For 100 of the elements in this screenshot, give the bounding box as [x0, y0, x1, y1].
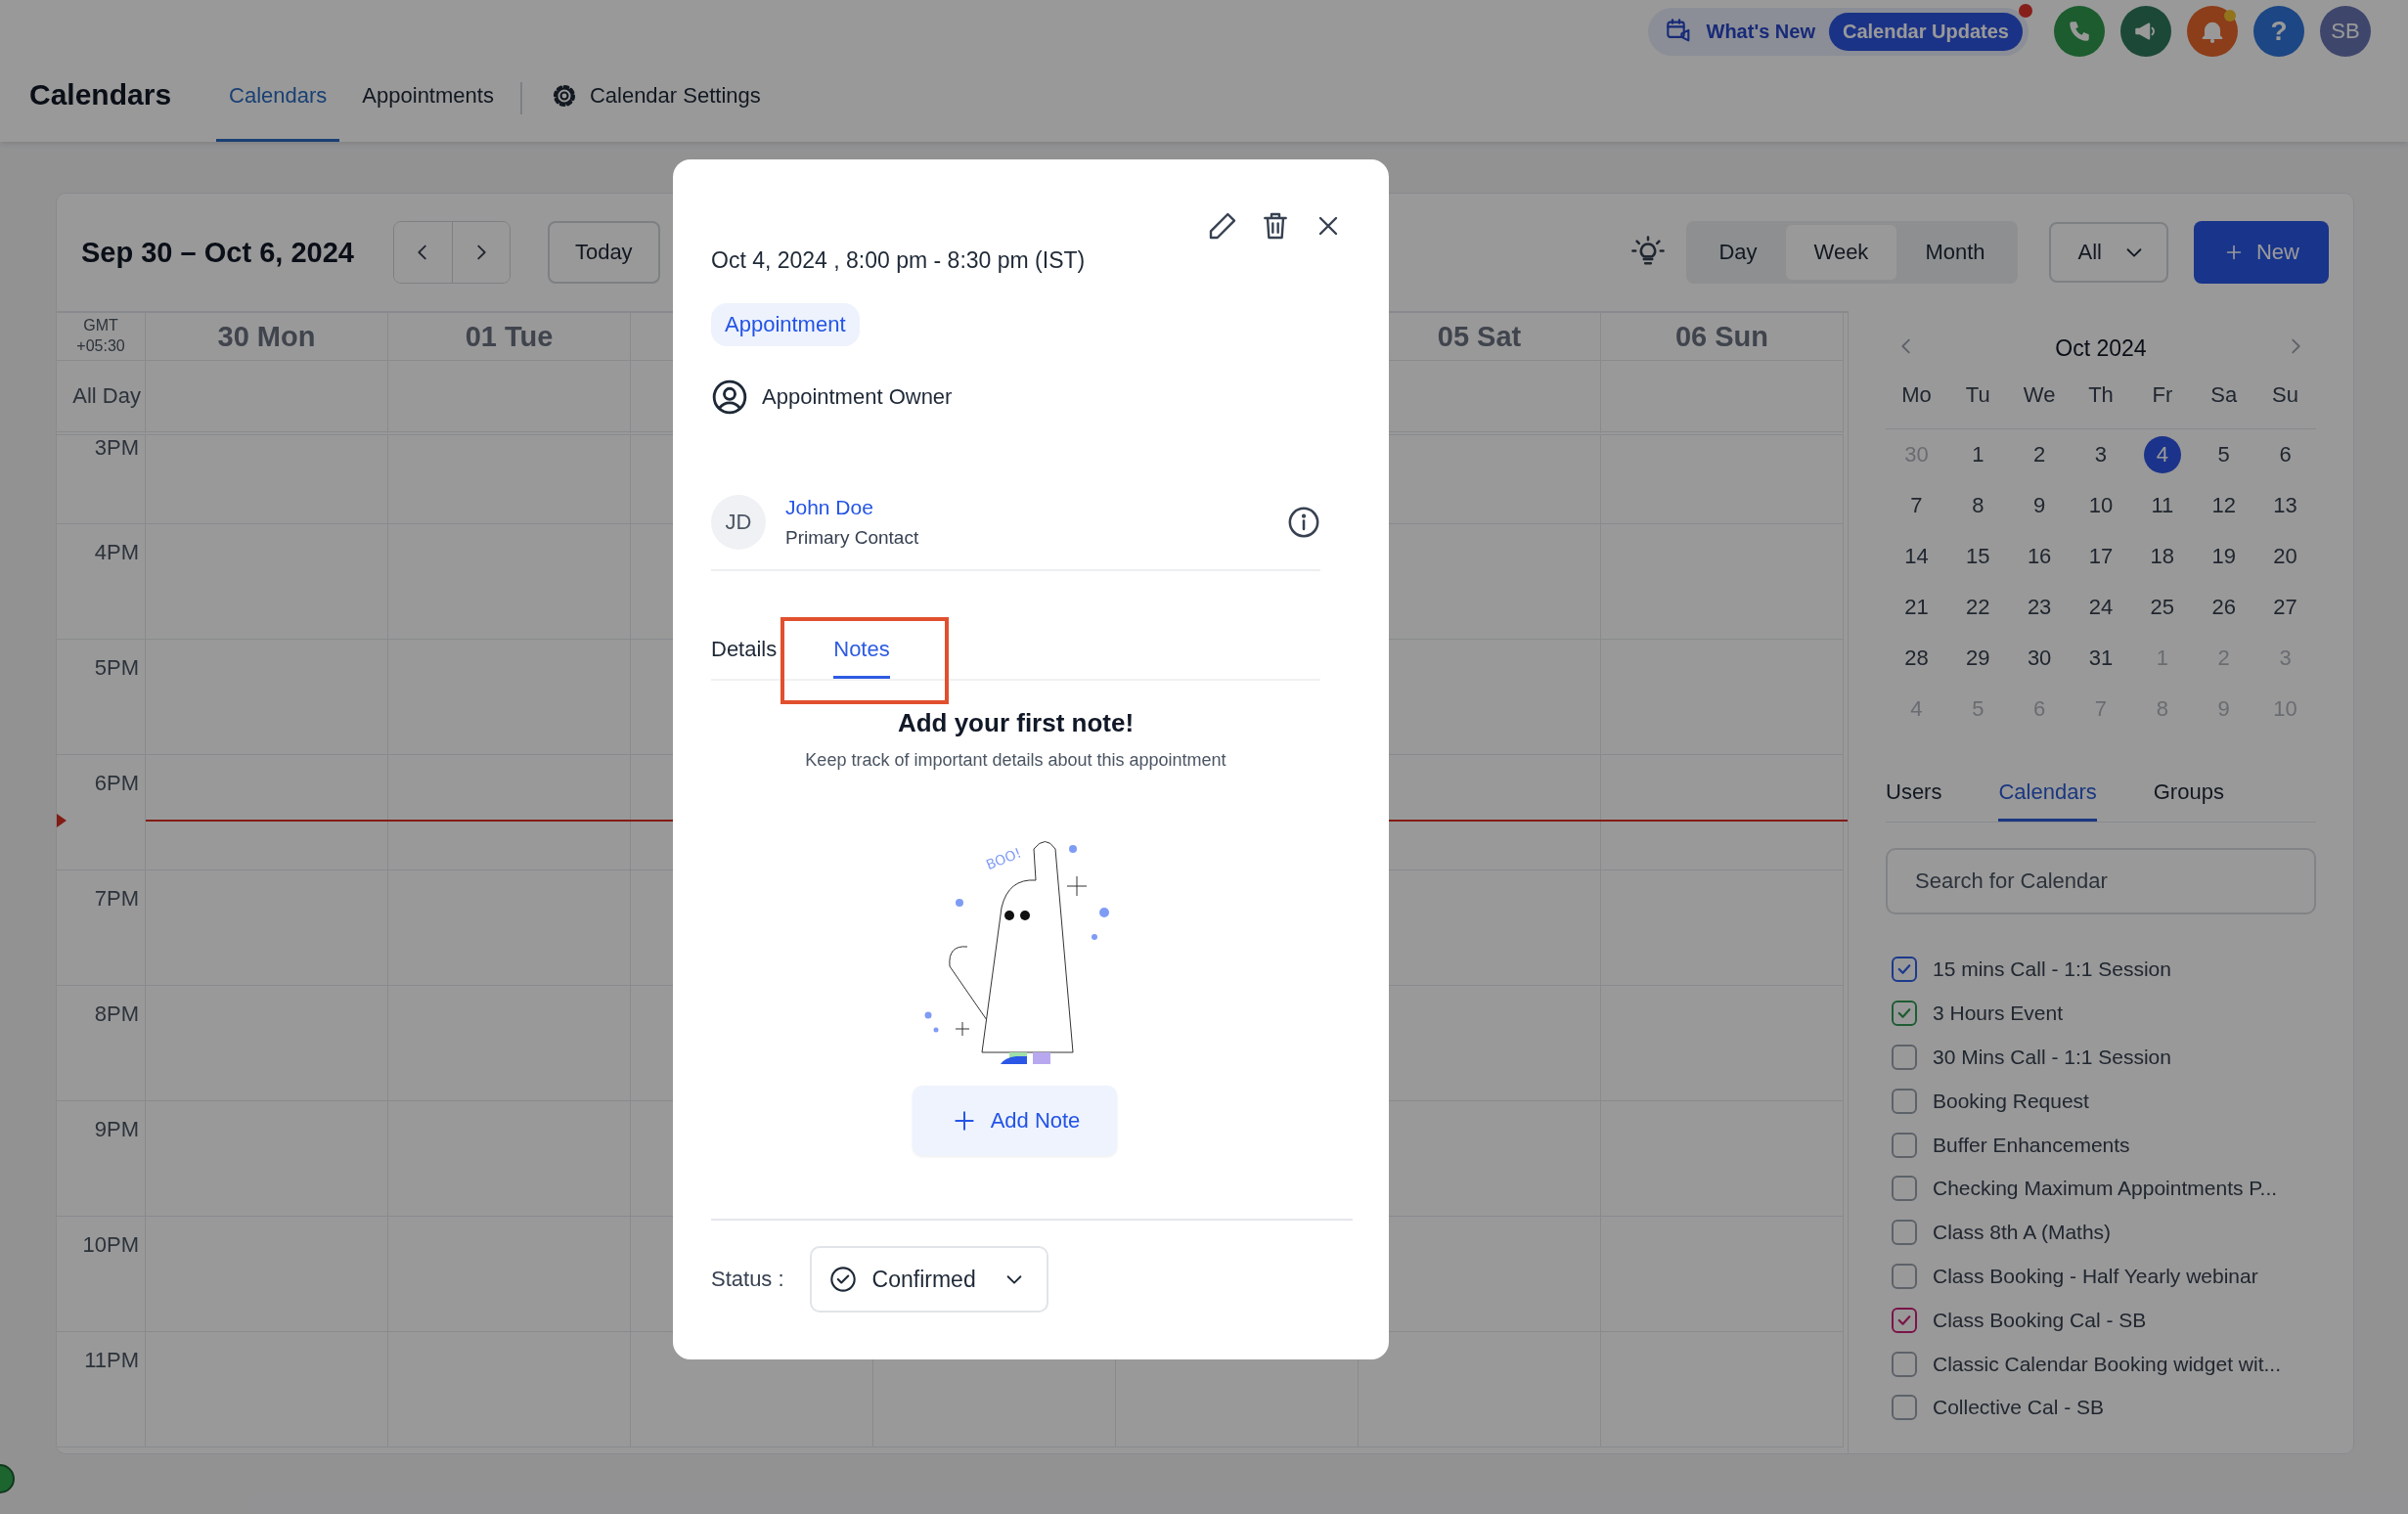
date-cell[interactable]: 26	[2205, 589, 2243, 626]
checkbox[interactable]	[1892, 1176, 1917, 1202]
weekday-label: We	[2008, 370, 2071, 429]
date-cell[interactable]: 18	[2143, 538, 2181, 575]
nav-tab[interactable]: Appointments	[349, 63, 507, 142]
appointment-datetime: Oct 4, 2024 , 8:00 pm - 8:30 pm (IST)	[711, 247, 1087, 274]
date-cell[interactable]: 9	[2021, 487, 2059, 524]
date-cell[interactable]: 31	[2082, 640, 2119, 677]
timezone-label: GMT +05:30	[75, 316, 126, 356]
sidebar-tab[interactable]: Users	[1886, 772, 1942, 822]
calendar-label: Class Booking Cal - SB	[1933, 1308, 2147, 1332]
empty-state-title: Add your first note!	[896, 708, 1136, 738]
date-cell[interactable]: 6	[2266, 436, 2304, 473]
empty-state-text: Keep track of important details about this appointment	[804, 750, 1227, 771]
date-cell[interactable]: 30	[2021, 640, 2059, 677]
date-cell[interactable]: 21	[1897, 589, 1936, 626]
hour-label: 7PM	[94, 885, 140, 912]
date-cell[interactable]: 4	[2143, 436, 2181, 473]
view-tab[interactable]: Day	[1690, 225, 1786, 280]
date-cell[interactable]: 10	[2082, 487, 2119, 524]
checkbox[interactable]	[1892, 1045, 1917, 1070]
nav-tab[interactable]: Calendar Settings	[537, 63, 774, 142]
search-field[interactable]: Search for Calendar	[1886, 848, 2316, 914]
date-cell[interactable]: 13	[2266, 487, 2304, 524]
month-title: Oct 2024	[2055, 334, 2147, 362]
checkbox[interactable]	[1892, 1351, 1917, 1377]
calendar-label: Classic Calendar Booking widget wit...	[1933, 1352, 2281, 1376]
date-cell[interactable]: 24	[2082, 589, 2119, 626]
weekday-label: Mo	[1886, 370, 1947, 429]
contact-name-link[interactable]: John Doe	[785, 496, 1268, 519]
phone-icon	[2067, 19, 2092, 44]
updates-badge[interactable]: Calendar Updates	[1828, 12, 2023, 51]
notification-dot	[2019, 3, 2032, 18]
date-cell[interactable]: 12	[2205, 487, 2243, 524]
nav-tab[interactable]: Calendars	[216, 63, 340, 142]
checkbox[interactable]	[1892, 1220, 1917, 1246]
user-avatar[interactable]: SB	[2320, 6, 2371, 57]
calendar-label: Booking Request	[1933, 1089, 2089, 1113]
modal-tab[interactable]: Details	[711, 625, 778, 679]
checkbox[interactable]	[1892, 1088, 1917, 1114]
checkbox[interactable]	[1892, 1395, 1917, 1421]
day-header: 05 Sat	[1437, 320, 1522, 353]
help-button[interactable]: ?	[2253, 6, 2304, 57]
view-tab[interactable]: Month	[1896, 225, 2014, 280]
day-header: 30 Mon	[217, 320, 316, 353]
date-cell[interactable]: 20	[2266, 538, 2304, 575]
date-cell[interactable]: 2	[2021, 436, 2059, 473]
checkbox[interactable]	[1892, 1001, 1917, 1027]
calendar-label: Class 8th A (Maths)	[1933, 1221, 2112, 1245]
sidebar-tab[interactable]: Groups	[2153, 772, 2224, 822]
checkbox[interactable]	[1892, 1263, 1917, 1289]
owner-label: Appointment Owner	[762, 384, 953, 410]
contact-role: Primary Contact	[785, 527, 920, 549]
notifications-button[interactable]	[2187, 6, 2238, 57]
date-cell[interactable]: 15	[1959, 538, 1997, 575]
checkbox[interactable]	[1892, 1307, 1917, 1333]
view-tab[interactable]: Week	[1785, 225, 1897, 280]
new-button[interactable]: New	[2194, 221, 2329, 284]
pencil-icon	[1207, 210, 1238, 242]
calendar-label: 30 Mins Call - 1:1 Session	[1933, 1046, 2171, 1069]
hour-label: 8PM	[94, 1001, 140, 1027]
date-cell[interactable]: 17	[2082, 538, 2119, 575]
day-header: 06 Sun	[1674, 320, 1769, 353]
next-button[interactable]	[451, 222, 510, 283]
date-cell[interactable]: 1	[1959, 436, 1997, 473]
date-cell[interactable]: 8	[1959, 487, 1997, 524]
calendar-label: Class Booking - Half Yearly webinar	[1933, 1264, 2258, 1288]
date-cell[interactable]: 29	[1959, 640, 1997, 677]
weekday-label: Fr	[2131, 370, 2194, 429]
date-cell[interactable]: 19	[2205, 538, 2243, 575]
date-cell[interactable]: 25	[2143, 589, 2181, 626]
date-range-title: Sep 30 – Oct 6, 2024	[81, 236, 354, 269]
hour-label: 6PM	[94, 770, 140, 796]
checkbox[interactable]	[1892, 1132, 1917, 1158]
date-cell[interactable]: 11	[2143, 487, 2181, 524]
weekday-label: Tu	[1946, 370, 2009, 429]
add-note-button[interactable]: Add Note	[912, 1086, 1118, 1156]
sidebar-tab[interactable]: Calendars	[1998, 772, 2097, 822]
modal-tab[interactable]: Notes	[833, 625, 890, 679]
filter-dropdown[interactable]: All	[2048, 222, 2168, 283]
megaphone-button[interactable]	[2120, 6, 2171, 57]
date-cell[interactable]: 22	[1959, 589, 1997, 626]
date-cell[interactable]: 27	[2266, 589, 2304, 626]
date-cell[interactable]: 16	[2021, 538, 2059, 575]
date-cell[interactable]: 5	[2205, 436, 2243, 473]
status-dropdown[interactable]: Confirmed	[809, 1246, 1048, 1313]
date-cell[interactable]: 14	[1897, 538, 1936, 575]
date-cell[interactable]: 28	[1897, 640, 1936, 677]
date-cell[interactable]: 23	[2021, 589, 2059, 626]
check-circle-icon	[828, 1266, 857, 1293]
phone-button[interactable]	[2054, 6, 2105, 57]
today-button[interactable]: Today	[547, 221, 660, 284]
date-cell[interactable]: 7	[1897, 487, 1936, 524]
info-button[interactable]	[1287, 506, 1320, 539]
all-day-label: All Day	[72, 383, 141, 409]
date-cell[interactable]: 3	[2082, 436, 2119, 473]
checkbox[interactable]	[1892, 957, 1917, 983]
illustration-text: BOO!	[983, 844, 1023, 873]
edit-button[interactable]	[1207, 210, 1238, 242]
info-icon	[1287, 506, 1320, 539]
